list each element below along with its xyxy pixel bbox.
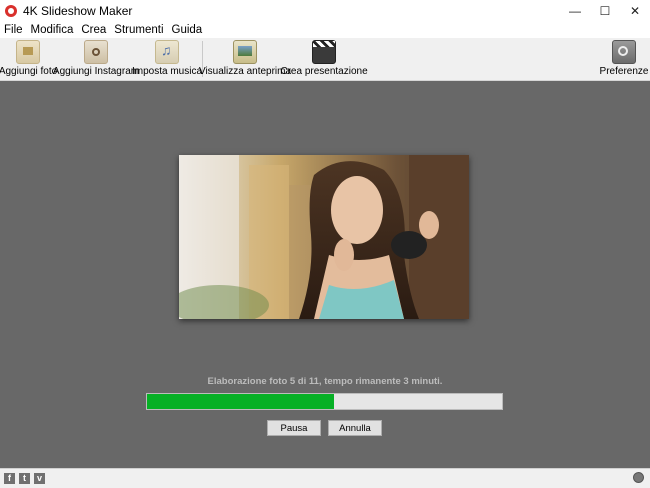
- add-photo-icon: [16, 40, 40, 64]
- music-icon: [155, 40, 179, 64]
- menu-modifica[interactable]: Modifica: [27, 24, 78, 36]
- globe-icon[interactable]: [633, 472, 644, 483]
- progress-bar: [146, 393, 503, 410]
- toolbar: Aggiungi foto Aggiungi Instagram Imposta…: [0, 38, 650, 81]
- window-controls: — ☐ ✕: [560, 0, 650, 22]
- title-bar: 4K Slideshow Maker — ☐ ✕: [0, 0, 650, 22]
- preferences-label: Preferenze: [599, 66, 649, 77]
- preview-label: Visualizza anteprima: [198, 66, 292, 77]
- preferences-icon: [612, 40, 636, 64]
- clapperboard-icon: [312, 40, 336, 64]
- app-logo-icon: [5, 5, 17, 17]
- add-instagram-label: Aggiungi Instagram: [52, 66, 140, 77]
- maximize-button[interactable]: ☐: [590, 0, 620, 22]
- progress-bar-fill: [147, 394, 335, 409]
- minimize-button[interactable]: —: [560, 0, 590, 22]
- progress-status-text: Elaborazione foto 5 di 11, tempo rimanen…: [207, 376, 443, 387]
- create-presentation-button[interactable]: Crea presentazione: [280, 40, 368, 78]
- menu-guida[interactable]: Guida: [168, 24, 207, 36]
- add-photo-button[interactable]: Aggiungi foto: [0, 40, 57, 78]
- preview-icon: [233, 40, 257, 64]
- menu-file[interactable]: File: [0, 24, 27, 36]
- close-button[interactable]: ✕: [620, 0, 650, 22]
- preview-button[interactable]: Visualizza anteprima: [199, 40, 291, 78]
- footer-bar: f t v: [0, 468, 650, 488]
- pause-button[interactable]: Pausa: [267, 420, 321, 436]
- add-photo-label: Aggiungi foto: [0, 66, 58, 77]
- twitter-icon[interactable]: t: [19, 473, 30, 484]
- cancel-button[interactable]: Annulla: [328, 420, 382, 436]
- add-instagram-button[interactable]: Aggiungi Instagram: [53, 40, 139, 78]
- photo-preview-image: [179, 155, 469, 319]
- vimeo-icon[interactable]: v: [34, 473, 45, 484]
- set-music-label: Imposta musica: [131, 66, 203, 77]
- create-presentation-label: Crea presentazione: [280, 66, 368, 77]
- menu-bar: File Modifica Crea Strumenti Guida: [0, 22, 650, 38]
- preferences-button[interactable]: Preferenze: [599, 40, 649, 78]
- menu-strumenti[interactable]: Strumenti: [110, 24, 167, 36]
- window-title: 4K Slideshow Maker: [23, 4, 133, 18]
- main-area: Elaborazione foto 5 di 11, tempo rimanen…: [0, 81, 650, 468]
- photo-preview: [179, 155, 469, 319]
- instagram-icon: [84, 40, 108, 64]
- menu-crea[interactable]: Crea: [77, 24, 110, 36]
- facebook-icon[interactable]: f: [4, 473, 15, 484]
- set-music-button[interactable]: Imposta musica: [132, 40, 202, 78]
